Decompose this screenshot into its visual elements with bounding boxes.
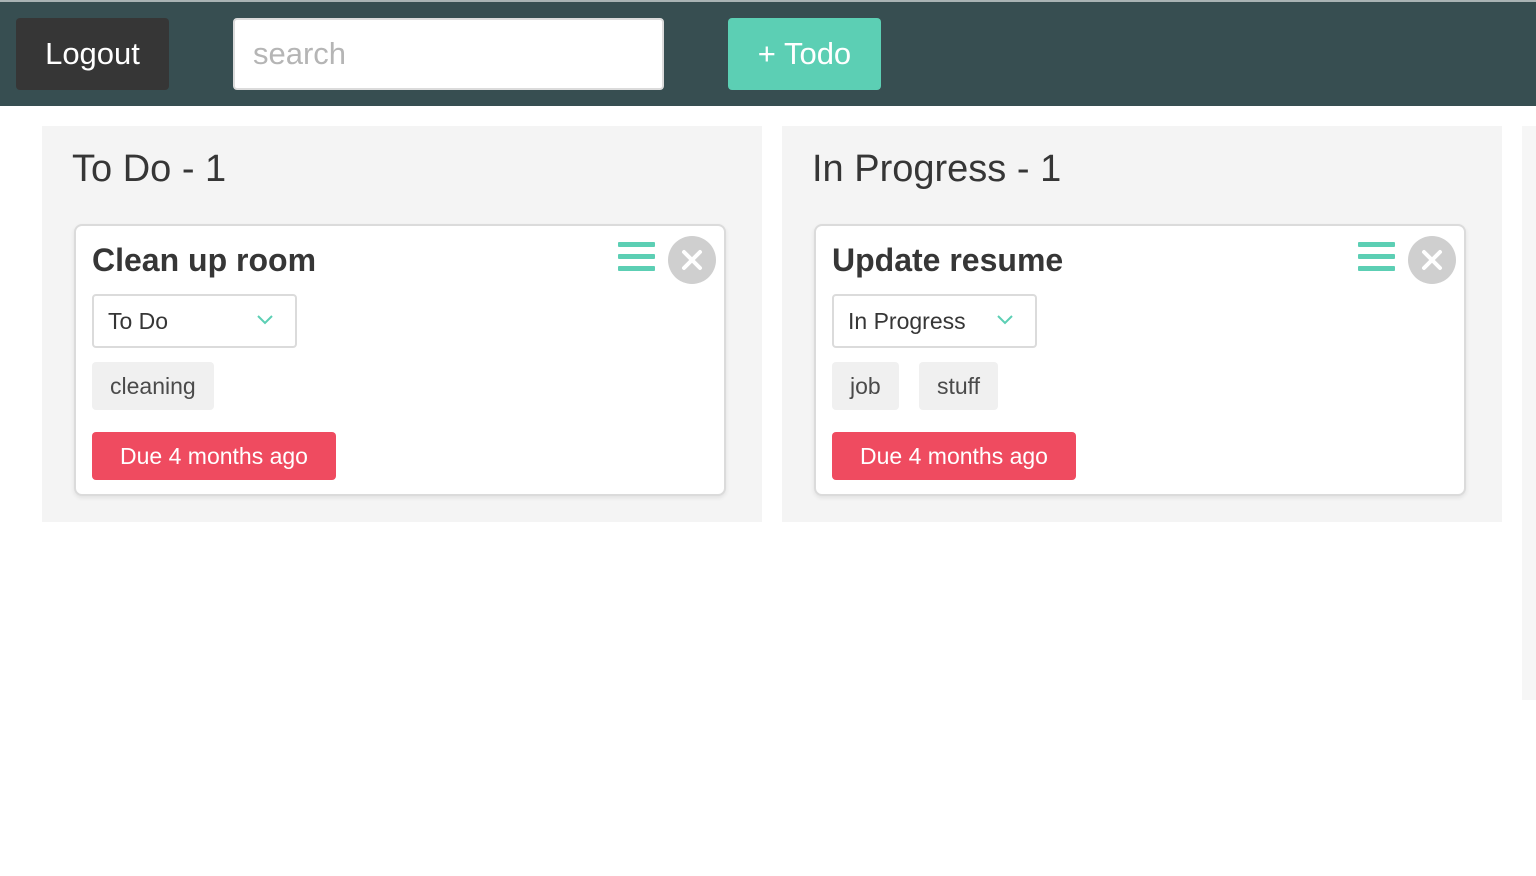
column-in-progress: In Progress - 1 Update resume In Progres… — [782, 126, 1502, 522]
chevron-down-icon — [997, 315, 1013, 325]
card-title: Clean up room — [92, 242, 317, 278]
todo-card[interactable]: Update resume In Progress job stuff Due … — [814, 224, 1466, 496]
card-title: Update resume — [832, 242, 1064, 278]
status-select-value: To Do — [108, 308, 169, 334]
search-input[interactable] — [233, 18, 664, 90]
column-title: In Progress - 1 — [812, 148, 1062, 190]
status-select[interactable]: To Do — [92, 294, 297, 348]
column-offscreen — [1522, 126, 1536, 700]
tag: job — [832, 362, 899, 410]
logout-button[interactable]: Logout — [16, 18, 169, 90]
menu-icon[interactable] — [618, 242, 655, 274]
due-badge: Due 4 months ago — [832, 432, 1076, 480]
close-icon[interactable] — [1408, 236, 1456, 284]
tag: stuff — [919, 362, 999, 410]
close-icon[interactable] — [668, 236, 716, 284]
menu-icon[interactable] — [1358, 242, 1395, 274]
column-title: To Do - 1 — [72, 148, 227, 190]
tag: cleaning — [92, 362, 214, 410]
top-navbar: Logout + Todo — [0, 0, 1536, 106]
due-badge: Due 4 months ago — [92, 432, 336, 480]
status-select-value: In Progress — [848, 308, 966, 334]
chevron-down-icon — [257, 315, 273, 325]
status-select[interactable]: In Progress — [832, 294, 1037, 348]
column-todo: To Do - 1 Clean up room To Do cleaning D… — [42, 126, 762, 522]
todo-card[interactable]: Clean up room To Do cleaning Due 4 month… — [74, 224, 726, 496]
add-todo-button[interactable]: + Todo — [728, 18, 881, 90]
